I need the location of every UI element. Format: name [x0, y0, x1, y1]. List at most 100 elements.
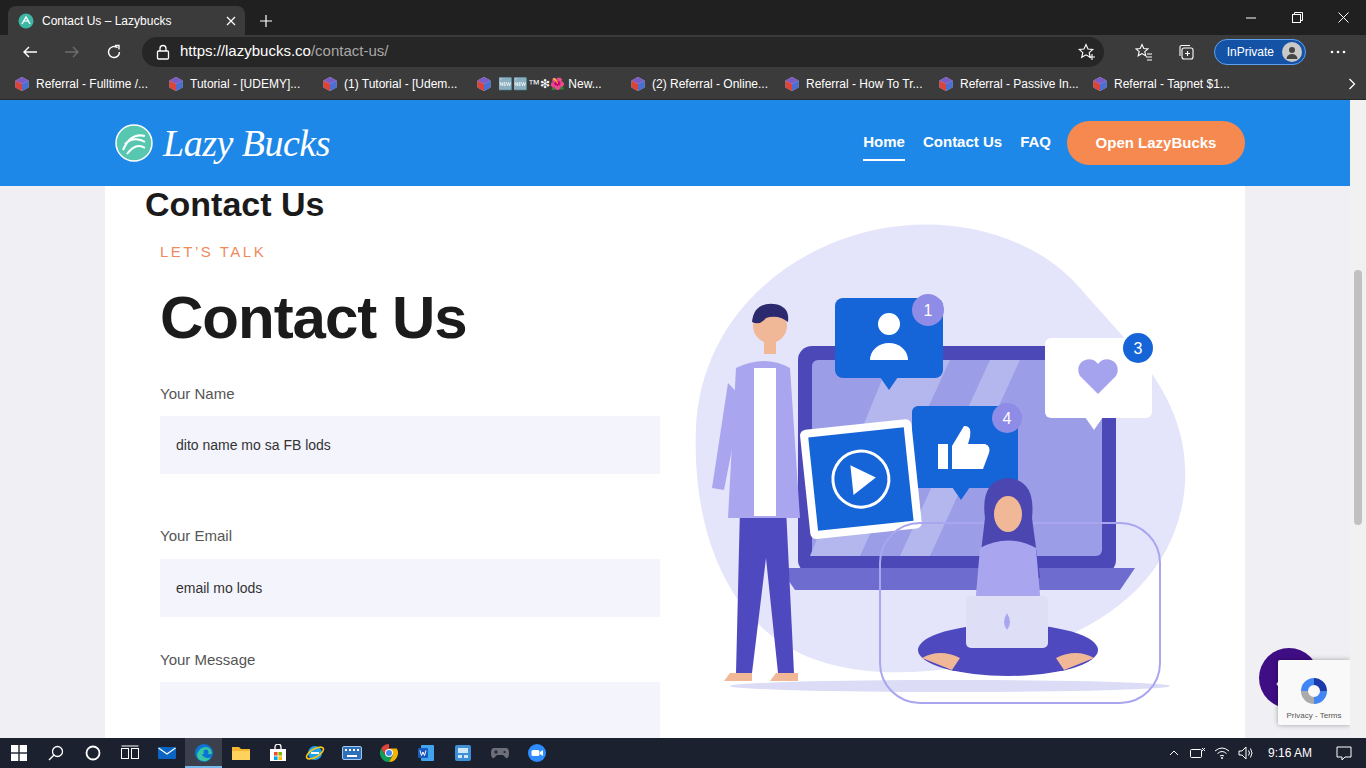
favorite-item[interactable]: Referral - Tapnet $1...: [1092, 75, 1246, 93]
url-host[interactable]: https://lazybucks.co: [180, 40, 311, 63]
favorite-label[interactable]: 🆕🆕™❇🌺 New...: [498, 75, 602, 93]
site-header: Lazy Bucks Home Contact Us FAQ Open LazyBu…: [0, 100, 1350, 186]
taskbar-button[interactable]: [518, 738, 555, 768]
taskbar-button[interactable]: [111, 738, 148, 768]
taskbar-button[interactable]: [407, 738, 444, 768]
recaptcha-badge[interactable]: Privacy - Terms: [1278, 660, 1350, 725]
taskbar-button[interactable]: [185, 738, 222, 768]
url-path[interactable]: /contact-us/: [311, 40, 389, 63]
contact-form: LET’S TALK Contact Us Your NameYour Emai…: [160, 222, 660, 738]
clock[interactable]: 9:16 AM: [1258, 744, 1322, 762]
taskbar-button[interactable]: [370, 738, 407, 768]
site-logo[interactable]: Lazy Bucks: [163, 115, 330, 172]
profile-avatar[interactable]: [1282, 42, 1302, 62]
favorite-label[interactable]: Referral - Tapnet $1...: [1114, 75, 1230, 93]
favorite-label[interactable]: Referral - How To Tr...: [806, 75, 922, 93]
new-tab-button[interactable]: [249, 6, 283, 35]
taskbar-button[interactable]: [296, 738, 333, 768]
browser-tab[interactable]: Contact Us – Lazybucks: [8, 6, 245, 35]
site-nav: Home Contact Us FAQ: [863, 125, 1051, 162]
nav-link[interactable]: FAQ: [1020, 125, 1051, 162]
scrollbar-thumb[interactable]: [1354, 270, 1362, 525]
system-tray: 9:16 AM: [1162, 738, 1366, 768]
taskbar-button[interactable]: [444, 738, 481, 768]
favorite-label[interactable]: Referral - Passive In...: [960, 75, 1079, 93]
illustration-icon: 1 3 4: [690, 218, 1190, 708]
more-dots-icon: [1330, 50, 1346, 54]
collections-button[interactable]: [1168, 37, 1204, 67]
show-hidden-icons-button[interactable]: [1162, 738, 1186, 768]
taskbar-button[interactable]: [0, 738, 37, 768]
favorites-button[interactable]: [1126, 37, 1162, 67]
favorites-icon: [1135, 43, 1153, 61]
person-icon: [1285, 45, 1299, 59]
page-scrollbar[interactable]: [1350, 100, 1366, 738]
lock-icon[interactable]: [156, 44, 170, 60]
site-favicon-icon: [476, 76, 492, 92]
network-button[interactable]: [1210, 738, 1234, 768]
mail-icon: [157, 745, 177, 761]
favorite-item[interactable]: (2) Referral - Online...: [630, 75, 784, 93]
favorite-label[interactable]: (1) Tutorial - [Udem...: [344, 75, 457, 93]
taskbar-button[interactable]: [222, 738, 259, 768]
badge-count: 3: [1134, 340, 1143, 357]
nav-link[interactable]: Home: [863, 125, 905, 162]
message-textarea[interactable]: [160, 682, 660, 738]
wifi-icon: [1214, 747, 1230, 759]
inprivate-label[interactable]: InPrivate: [1227, 43, 1274, 61]
inprivate-button[interactable]: InPrivate: [1214, 39, 1306, 65]
windows-logo-icon: [11, 745, 27, 761]
restore-button[interactable]: [1274, 0, 1320, 35]
minimize-icon: [1246, 13, 1256, 23]
cortana-icon: [85, 745, 101, 761]
back-button[interactable]: [12, 37, 48, 67]
chrome-icon: [379, 743, 399, 763]
eyebrow-label: LET’S TALK: [160, 244, 660, 260]
gamepad-icon: [490, 746, 510, 760]
text-input[interactable]: [160, 559, 660, 617]
site-favicon-icon: [938, 76, 954, 92]
nav-link[interactable]: Contact Us: [923, 125, 1002, 162]
tab-title[interactable]: Contact Us – Lazybucks: [42, 12, 217, 30]
tab-strip: Contact Us – Lazybucks: [0, 0, 1366, 35]
minimize-button[interactable]: [1228, 0, 1274, 35]
taskbar: 9:16 AM: [0, 738, 1366, 768]
taskbar-button[interactable]: [333, 738, 370, 768]
favorite-item[interactable]: 🆕🆕™❇🌺 New...: [476, 75, 630, 93]
lazybucks-logo-icon[interactable]: [115, 124, 153, 162]
taskbar-button[interactable]: [259, 738, 296, 768]
add-favorite-icon[interactable]: [1078, 43, 1096, 61]
more-favorites-button[interactable]: [1348, 78, 1356, 90]
favorite-item[interactable]: Referral - How To Tr...: [784, 75, 938, 93]
favorite-item[interactable]: Referral - Passive In...: [938, 75, 1092, 93]
notification-badge: [1123, 333, 1153, 363]
forward-button[interactable]: [54, 37, 90, 67]
more-button[interactable]: [1320, 37, 1356, 67]
site-favicon-icon: [630, 76, 646, 92]
action-center-button[interactable]: [1322, 738, 1366, 768]
edge-browser-icon: [194, 743, 214, 763]
taskbar-button[interactable]: [74, 738, 111, 768]
refresh-button[interactable]: [96, 37, 132, 67]
favorite-item[interactable]: Tutorial - [UDEMY]...: [168, 75, 322, 93]
favorite-item[interactable]: (1) Tutorial - [Udem...: [322, 75, 476, 93]
close-window-button[interactable]: [1320, 0, 1366, 35]
input-method-button[interactable]: [1186, 738, 1210, 768]
volume-button[interactable]: [1234, 738, 1258, 768]
close-tab-icon[interactable]: [225, 15, 237, 27]
web-page: Lazy Bucks Home Contact Us FAQ Open LazyBu…: [0, 100, 1366, 738]
favorite-label[interactable]: Referral - Fulltime /...: [36, 75, 148, 93]
taskbar-button[interactable]: [37, 738, 74, 768]
notification-icon: [1336, 746, 1352, 761]
favorite-item[interactable]: Referral - Fulltime /...: [14, 75, 168, 93]
taskbar-button[interactable]: [148, 738, 185, 768]
favorite-label[interactable]: (2) Referral - Online...: [652, 75, 768, 93]
privacy-terms-link[interactable]: Privacy - Terms: [1287, 711, 1342, 721]
open-lazybucks-button[interactable]: Open LazyBucks: [1067, 121, 1245, 165]
text-input[interactable]: [160, 416, 660, 474]
favorite-label[interactable]: Tutorial - [UDEMY]...: [190, 75, 300, 93]
lazybucks-favicon-icon: [18, 13, 34, 29]
address-bar[interactable]: https://lazybucks.co/contact-us/: [142, 37, 1104, 67]
site-favicon-icon: [168, 76, 184, 92]
taskbar-button[interactable]: [481, 738, 518, 768]
